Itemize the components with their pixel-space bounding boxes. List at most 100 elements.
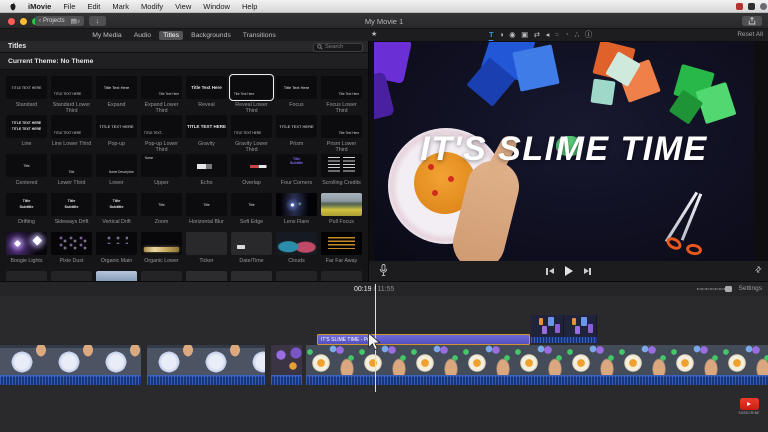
title-thumb-partial[interactable] — [321, 271, 362, 281]
reset-all-button[interactable]: Reset All — [737, 31, 763, 38]
subscribe-watermark: SUBSCRIBE — [737, 398, 761, 415]
title-thumb-drifting[interactable]: Title SubtitleDrifting — [6, 193, 47, 232]
title-thumb-line-lower-third[interactable]: TITLE TEXT HERELine Lower Third — [51, 115, 92, 154]
title-thumb-pixie-dust[interactable]: Pixie Dust — [51, 232, 92, 271]
clip-mixing-1[interactable] — [0, 345, 141, 385]
title-thumb-vertical-drift[interactable]: Title SubtitleVertical Drift — [96, 193, 137, 232]
title-thumb-standard[interactable]: TITLE TEXT HEREStandard — [6, 76, 47, 115]
color-correction-icon[interactable]: ◑ — [499, 31, 504, 39]
title-thumb-gravity-lower-third[interactable]: TITLE TEXT HEREGravity Lower Third — [231, 115, 272, 154]
title-thumb-pop-up-lower-third[interactable]: TITLE TEXT...Pop-up Lower Third — [141, 115, 182, 154]
title-thumb-zoom[interactable]: TitleZoom — [141, 193, 182, 232]
tab-titles[interactable]: Titles — [159, 31, 183, 40]
transform-icon[interactable]: ⇄ — [534, 31, 540, 39]
info-icon[interactable]: ⓘ — [585, 31, 593, 39]
menu-item-mark[interactable]: Mark — [106, 2, 135, 11]
title-thumb-focus-lower-third[interactable]: Title Text HereFocus Lower Third — [321, 76, 362, 115]
title-label: Far Far Away — [321, 258, 362, 264]
teal-slime-cube — [590, 79, 615, 106]
title-preview-text: Title Subtitle — [96, 193, 137, 216]
menu-item-window[interactable]: Window — [197, 2, 236, 11]
search-input[interactable]: Search — [313, 43, 363, 52]
title-thumb-ticker[interactable]: Ticker — [186, 232, 227, 271]
title-clip-selected[interactable]: IT'S SLIME TIME - Prism — [317, 334, 530, 345]
clip-zoom-slider-thumb[interactable] — [725, 286, 732, 293]
play-button[interactable] — [565, 266, 573, 276]
noise-reduction-icon[interactable]: ≈ — [555, 31, 559, 39]
filters-icon[interactable]: ∴ — [574, 31, 579, 39]
title-thumb-prism-lower-third[interactable]: Title Text HerePrism Lower Third — [321, 115, 362, 154]
title-thumb-upper[interactable]: NameUpper — [141, 154, 182, 193]
enhance-wand-icon[interactable]: ★ — [371, 30, 377, 38]
title-thumb-partial[interactable] — [276, 271, 317, 281]
crop-icon[interactable]: ▣ — [521, 31, 528, 39]
title-label: Pull Focus — [321, 219, 362, 225]
title-thumb-expand[interactable]: Title Text HereExpand — [96, 76, 137, 115]
titles-settings-icon[interactable]: T — [489, 31, 494, 39]
title-thumb-expand-lower-third[interactable]: Title Text HereExpand Lower Third — [141, 76, 182, 115]
timeline-settings-button[interactable]: Settings — [739, 285, 763, 292]
tab-my-media[interactable]: My Media — [88, 31, 125, 40]
title-thumb-centered[interactable]: TitleCentered — [6, 154, 47, 193]
title-thumb-sideways-drift[interactable]: Title SubtitleSideways Drift — [51, 193, 92, 232]
title-thumb-pop-up[interactable]: TITLE TEXT HEREPop-up — [96, 115, 137, 154]
timeline[interactable]: IT'S SLIME TIME - Prism SUBSCRIBE — [0, 296, 768, 432]
title-thumb-lower-third[interactable]: TitleLower Third — [51, 154, 92, 193]
title-thumb-far-far-away[interactable]: Far Far Away — [321, 232, 362, 271]
tab-audio[interactable]: Audio — [130, 31, 155, 40]
previous-frame-button[interactable] — [546, 268, 553, 275]
title-thumb-echo[interactable]: Echo — [186, 154, 227, 193]
title-thumb-soft-edge[interactable]: TitleSoft Edge — [231, 193, 272, 232]
title-thumb-reveal-lower-third[interactable]: Title Text HereReveal Lower Third — [231, 76, 272, 115]
title-thumb-overlap[interactable]: Overlap — [231, 154, 272, 193]
tab-transitions[interactable]: Transitions — [239, 31, 280, 40]
cutaway-clip[interactable] — [531, 315, 597, 343]
clip-mixing-2-thumbnails — [147, 345, 265, 375]
title-thumb-gravity[interactable]: TITLE TEXT HEREGravity — [186, 115, 227, 154]
clip-slime-packets[interactable] — [271, 345, 302, 385]
title-thumb-partial[interactable] — [141, 271, 182, 281]
next-frame-button[interactable] — [584, 268, 591, 275]
title-thumb-partial[interactable] — [6, 271, 47, 281]
title-thumb-organic-lower[interactable]: Organic Lower — [141, 232, 182, 271]
title-thumb-focus[interactable]: Title Text HereFocus — [276, 76, 317, 115]
title-thumb-scrolling-credits[interactable]: Scrolling Credits — [321, 154, 362, 193]
menu-item-help[interactable]: Help — [236, 2, 263, 11]
menu-item-imovie[interactable]: iMovie — [22, 2, 57, 11]
menu-item-file[interactable]: File — [57, 2, 81, 11]
title-thumb-boogie-lights[interactable]: Boogie Lights — [6, 232, 47, 271]
display-status-icon[interactable] — [748, 3, 755, 10]
title-thumb-partial[interactable] — [231, 271, 272, 281]
title-thumb-horizontal-blur[interactable]: TitleHorizontal Blur — [186, 193, 227, 232]
title-thumb-date-time[interactable]: Date/Time — [231, 232, 272, 271]
title-thumb-organic-main[interactable]: Organic Main — [96, 232, 137, 271]
menu-item-view[interactable]: View — [169, 2, 197, 11]
title-thumb-clouds[interactable]: Clouds — [276, 232, 317, 271]
title-preview: TITLE TEXT... — [141, 115, 182, 138]
volume-icon[interactable]: ◂ — [546, 31, 550, 39]
speed-icon[interactable]: ◔ — [564, 31, 569, 39]
title-thumb-prism[interactable]: TITLE TEXT HEREPrism — [276, 115, 317, 154]
menu-item-modify[interactable]: Modify — [135, 2, 169, 11]
title-thumb-four-corners[interactable]: Title SubtitleFour Corners — [276, 154, 317, 193]
clip-zoom-slider[interactable] — [697, 288, 725, 290]
apple-menu-icon[interactable] — [9, 2, 17, 11]
title-thumb-partial[interactable] — [186, 271, 227, 281]
title-thumb-lens-flare[interactable]: Lens Flare — [276, 193, 317, 232]
title-thumb-standard-lower-third[interactable]: TITLE TEXT HEREStandard Lower Third — [51, 76, 92, 115]
title-thumb-line[interactable]: TITLE TEXT HERE TITLE TEXT HERELine — [6, 115, 47, 154]
title-thumb-partial[interactable] — [96, 271, 137, 281]
title-thumb-lower[interactable]: Name DescriptionLower — [96, 154, 137, 193]
title-thumb-pull-focus[interactable]: Pull Focus — [321, 193, 362, 232]
viewer-video-preview[interactable]: IT'S SLIME TIME — [374, 42, 754, 261]
clock-status-icon[interactable] — [760, 3, 767, 10]
title-thumb-reveal[interactable]: Title Text HereReveal — [186, 76, 227, 115]
title-thumb-partial[interactable] — [51, 271, 92, 281]
tab-backgrounds[interactable]: Backgrounds — [187, 31, 235, 40]
record-status-icon[interactable] — [736, 3, 743, 10]
color-balance-icon[interactable]: ◉ — [509, 31, 516, 39]
title-label: Pop-up — [96, 141, 137, 147]
menu-item-edit[interactable]: Edit — [81, 2, 106, 11]
clip-mixing-2[interactable] — [147, 345, 265, 385]
share-button[interactable] — [742, 16, 762, 26]
